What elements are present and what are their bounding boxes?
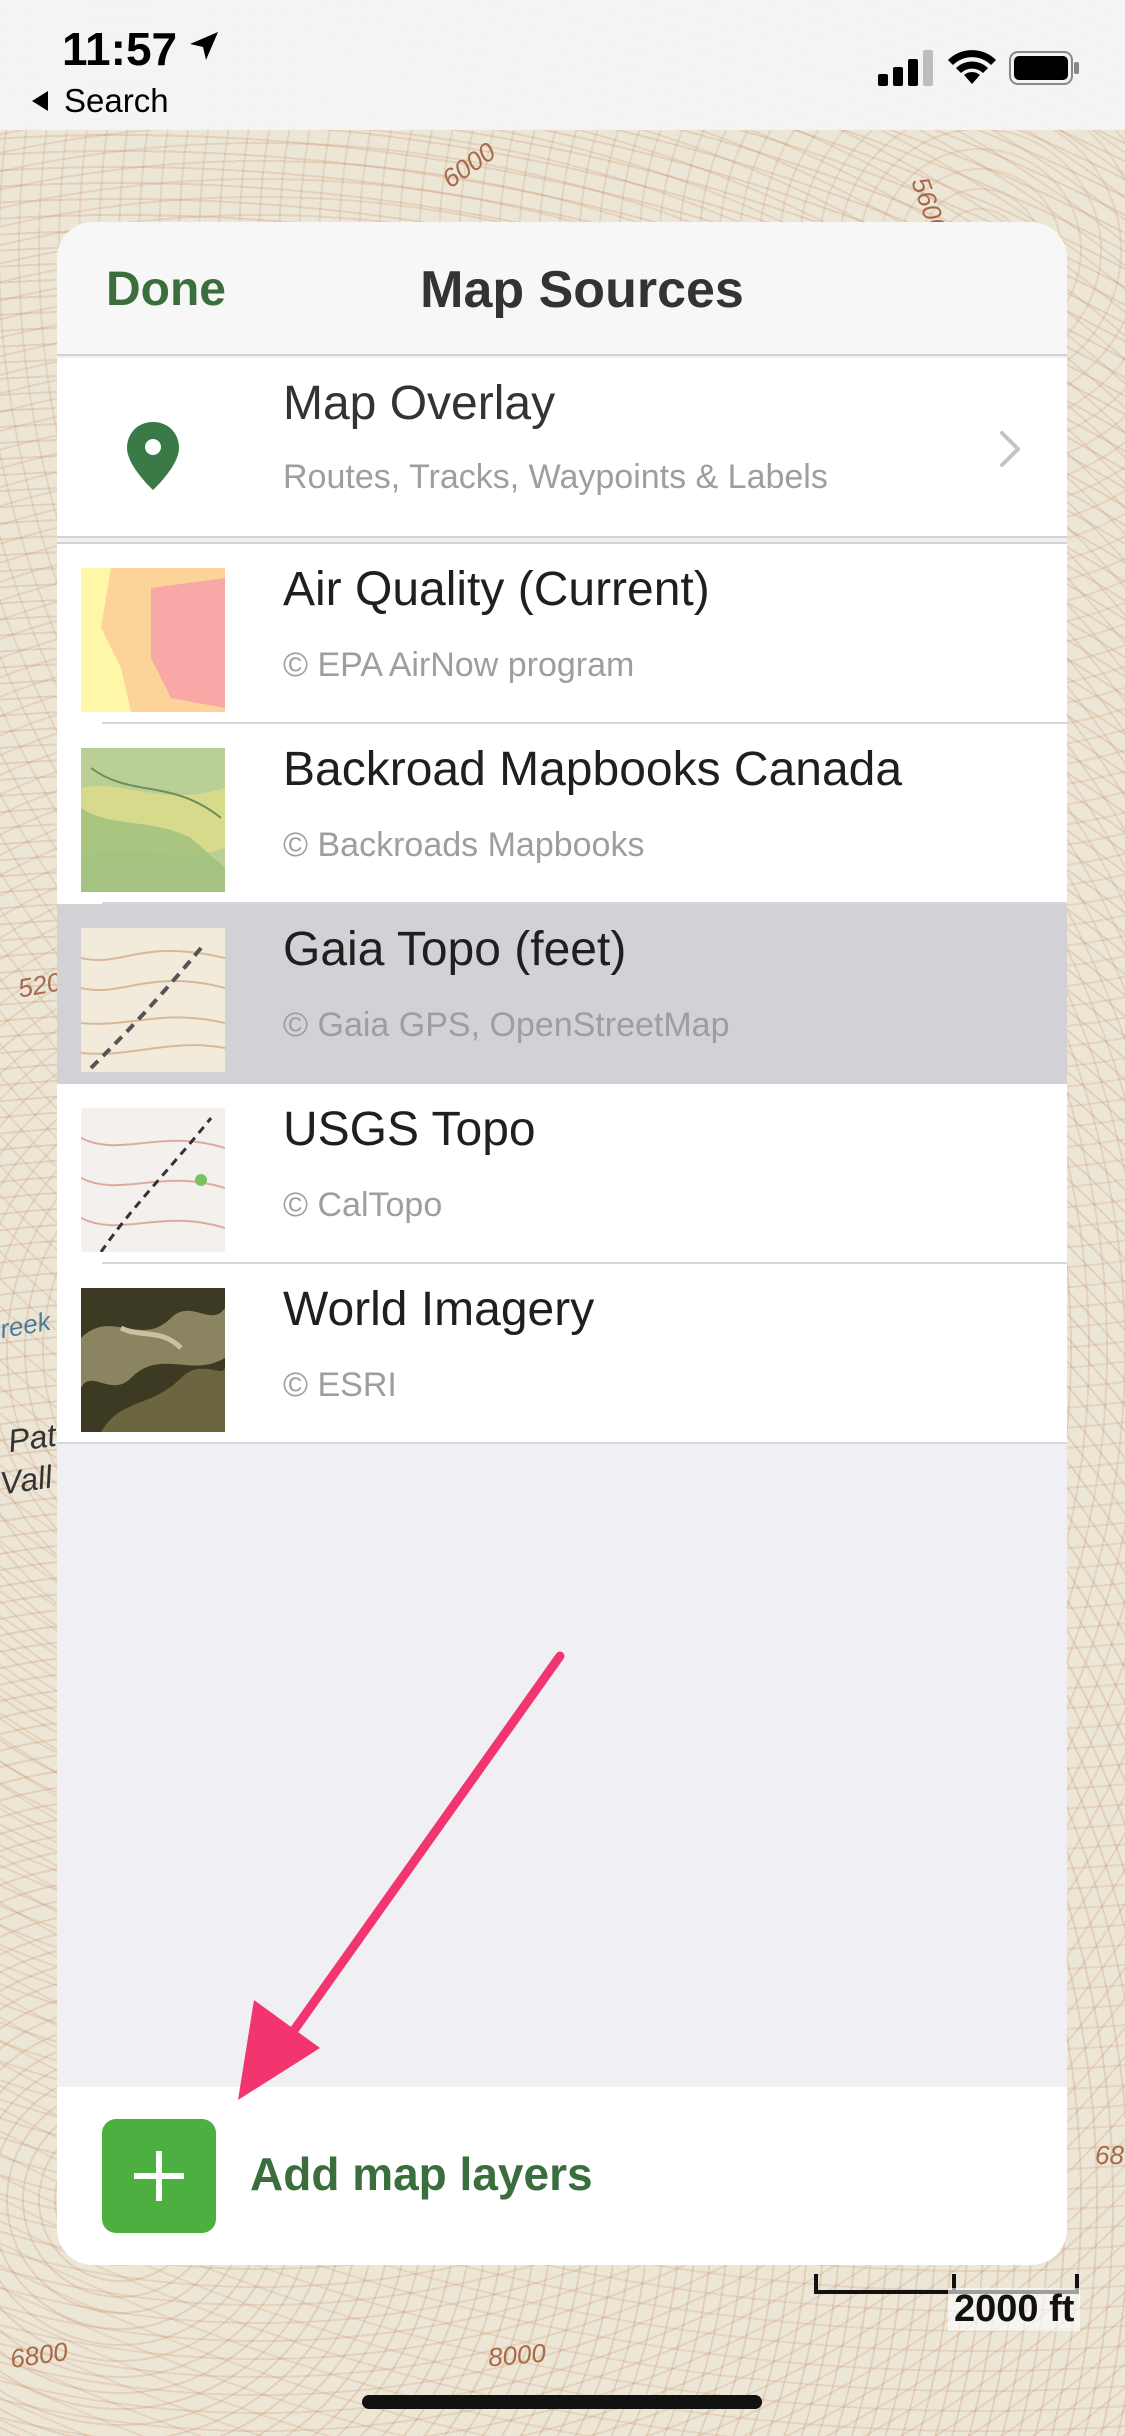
back-triangle-icon [32, 91, 48, 111]
scale-label: 2000 ft [948, 2288, 1081, 2331]
usgs-topo-thumbnail [81, 1108, 225, 1252]
world-imagery-thumbnail [81, 1288, 225, 1432]
sheet-header: Done Map Sources [57, 222, 1067, 356]
layer-title: Gaia Topo (feet) [283, 923, 627, 976]
overlay-subtitle: Routes, Tracks, Waypoints & Labels [283, 458, 828, 496]
row-divider [57, 1442, 1067, 1444]
map-label: 6800 [8, 2336, 70, 2374]
map-label: 68 [1095, 2140, 1124, 2170]
chevron-right-icon [1000, 431, 1020, 467]
home-indicator[interactable] [362, 2395, 762, 2409]
layer-title: USGS Topo [283, 1103, 536, 1156]
status-time: 11:57 [62, 23, 178, 75]
layer-title: World Imagery [283, 1283, 595, 1336]
layer-title: Backroad Mapbooks Canada [283, 743, 903, 796]
battery-icon [1009, 51, 1079, 85]
layer-subtitle: © Gaia GPS, OpenStreetMap [283, 1006, 730, 1044]
map-label: Pat [5, 1416, 59, 1460]
status-bar: 11:57 Search [0, 0, 1125, 130]
add-layers-label[interactable]: Add map layers [250, 2147, 593, 2201]
annotation-arrow-icon [238, 1651, 565, 2100]
layer-list: Air Quality (Current) © EPA AirNow progr… [57, 542, 1067, 1444]
layer-row-air-quality[interactable]: Air Quality (Current) © EPA AirNow progr… [57, 544, 1067, 724]
layer-subtitle: © Backroads Mapbooks [283, 826, 645, 864]
map-label: Vall [0, 1458, 55, 1502]
add-layers-button[interactable] [102, 2119, 216, 2233]
plus-icon [134, 2151, 184, 2201]
layer-subtitle: © ESRI [283, 1366, 397, 1404]
backroad-mapbooks-thumbnail [81, 748, 225, 892]
layer-row-usgs-topo[interactable]: USGS Topo © CalTopo [57, 1084, 1067, 1264]
map-label: 6000 [436, 136, 501, 194]
layer-title: Air Quality (Current) [283, 563, 710, 616]
gaia-topo-thumbnail [81, 928, 225, 1072]
layer-subtitle: © CalTopo [283, 1186, 443, 1224]
layer-subtitle: © EPA AirNow program [283, 646, 635, 684]
air-quality-thumbnail [81, 568, 225, 712]
map-overlay-row[interactable]: Map Overlay Routes, Tracks, Waypoints & … [57, 358, 1067, 538]
cellular-signal-icon [878, 50, 933, 86]
map-label: 8000 [486, 2337, 547, 2373]
map-label: reek [0, 1305, 53, 1345]
layer-row-gaia-topo[interactable]: Gaia Topo (feet) © Gaia GPS, OpenStreetM… [57, 904, 1067, 1084]
back-to-search-button[interactable]: Search [30, 82, 169, 120]
overlay-title: Map Overlay [283, 377, 556, 430]
wifi-icon [948, 50, 996, 84]
layer-row-world-imagery[interactable]: World Imagery © ESRI [57, 1264, 1067, 1444]
sheet-title: Map Sources [420, 261, 744, 319]
map-pin-icon [127, 422, 179, 490]
location-arrow-icon [190, 32, 218, 60]
back-label: Search [64, 82, 169, 119]
layer-row-backroad-mapbooks[interactable]: Backroad Mapbooks Canada © Backroads Map… [57, 724, 1067, 904]
